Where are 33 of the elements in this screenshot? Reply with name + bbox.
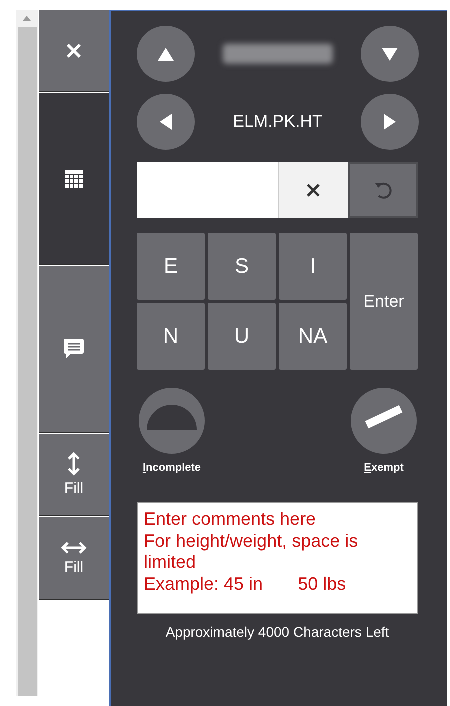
right-triangle-icon [384, 114, 396, 130]
keypad-key[interactable]: NA [279, 303, 347, 370]
sidebar-tab[interactable] [39, 266, 109, 433]
keypad-key[interactable]: U [208, 303, 276, 370]
undo-icon [373, 180, 393, 200]
field-code: ELM.PK.HT [233, 112, 323, 132]
characters-left-text: Approximately 4000 Characters Left [164, 624, 390, 640]
keypad-key[interactable]: N [137, 303, 205, 370]
horizontal-arrow-icon [61, 540, 87, 554]
comment-icon [63, 338, 85, 360]
scroll-up-icon[interactable] [23, 16, 31, 21]
sidebar-tab[interactable]: Fill [39, 517, 109, 600]
keypad-key[interactable]: E [137, 233, 205, 300]
slash-icon [364, 405, 404, 429]
status-label: Incomplete [142, 462, 202, 474]
close-icon [306, 182, 321, 198]
sidebar-tab[interactable]: Fill [39, 434, 109, 516]
vertical-arrow-icon [67, 452, 81, 476]
undo-button[interactable] [348, 162, 418, 218]
grid-icon [65, 170, 83, 188]
keypad-key[interactable]: I [279, 233, 347, 300]
scrollbar-thumb[interactable] [18, 27, 36, 696]
value-input[interactable] [137, 162, 278, 218]
up-triangle-icon [158, 48, 174, 60]
left-triangle-icon [160, 114, 172, 130]
clear-button[interactable] [278, 162, 348, 218]
scrollbar[interactable] [16, 10, 38, 696]
status-label: Exempt [364, 462, 404, 474]
down-triangle-icon [382, 48, 398, 60]
keypad-key[interactable]: Enter [350, 233, 418, 370]
comments-field[interactable]: Enter comments here For height/weight, space is limited Example: 45 in 50 lbs [137, 502, 418, 614]
close-icon [66, 42, 82, 58]
keypad-key[interactable]: S [208, 233, 276, 300]
